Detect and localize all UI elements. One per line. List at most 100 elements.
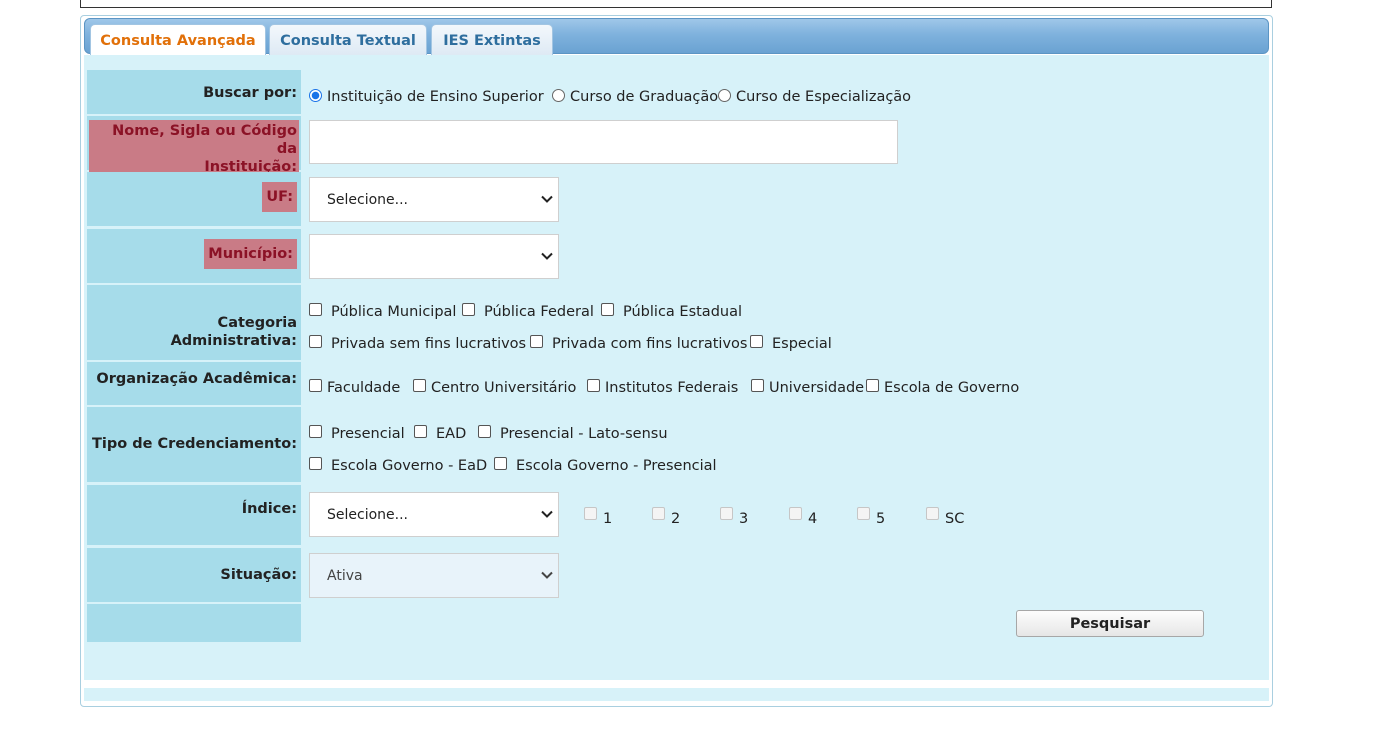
- label-cell: Categoria Administrativa:: [87, 285, 301, 360]
- row-credenciamento: Tipo de Credenciamento: Presencial EAD P…: [87, 407, 1269, 482]
- situacao-select[interactable]: Ativa: [309, 553, 559, 598]
- chevron-down-icon: [541, 571, 553, 579]
- checkbox-ead[interactable]: EAD: [414, 425, 466, 442]
- checkbox-label: EAD: [436, 426, 467, 442]
- checkbox-icon[interactable]: [530, 335, 543, 348]
- row-actions: Pesquisar: [87, 604, 1269, 642]
- pesquisar-button[interactable]: Pesquisar: [1016, 610, 1204, 637]
- checkbox-icon[interactable]: [413, 379, 426, 392]
- checkbox-label: Centro Universitário: [431, 380, 577, 396]
- checkbox-especial[interactable]: Especial: [750, 335, 832, 352]
- nome-input[interactable]: [309, 120, 898, 164]
- tab-consulta-avancada[interactable]: Consulta Avançada: [90, 24, 266, 57]
- form-content: Buscar por: Instituição de Ensino Superi…: [84, 55, 1269, 680]
- checkbox-privada-com-fins[interactable]: Privada com fins lucrativos: [530, 335, 747, 352]
- label-cell: Buscar por:: [87, 70, 301, 114]
- checkbox-icon[interactable]: [309, 303, 322, 316]
- checkbox-icon[interactable]: [720, 507, 733, 520]
- credenciamento-label: Tipo de Credenciamento:: [92, 436, 297, 452]
- checkbox-publica-federal[interactable]: Pública Federal: [462, 303, 594, 320]
- checkbox-indice-5[interactable]: 5: [857, 507, 885, 527]
- checkbox-icon[interactable]: [462, 303, 475, 316]
- checkbox-escola-governo-ead[interactable]: Escola Governo - EaD: [309, 457, 487, 474]
- tab-bar: Consulta Avançada Consulta Textual IES E…: [84, 18, 1269, 57]
- uf-select[interactable]: Selecione...: [309, 177, 559, 222]
- checkbox-indice-3[interactable]: 3: [720, 507, 748, 527]
- checkbox-icon[interactable]: [652, 507, 665, 520]
- checkbox-escola-governo[interactable]: Escola de Governo: [866, 379, 1019, 396]
- chevron-down-icon: [541, 195, 553, 203]
- checkbox-publica-estadual[interactable]: Pública Estadual: [601, 303, 742, 320]
- checkbox-icon[interactable]: [926, 507, 939, 520]
- radio-curso-especializacao[interactable]: Curso de Especialização: [718, 89, 911, 105]
- checkbox-label: Universidade: [769, 380, 865, 396]
- tab-ies-extintas[interactable]: IES Extintas: [431, 24, 553, 56]
- checkbox-icon[interactable]: [309, 379, 322, 392]
- row-nome: Nome, Sigla ou Código da Instituição:: [87, 116, 1269, 178]
- checkbox-indice-4[interactable]: 4: [789, 507, 817, 527]
- checkbox-publica-municipal[interactable]: Pública Municipal: [309, 303, 456, 320]
- checkbox-icon[interactable]: [750, 335, 763, 348]
- checkbox-presencial[interactable]: Presencial: [309, 425, 405, 442]
- uf-select-value: Selecione...: [327, 191, 408, 208]
- checkbox-label: 3: [739, 511, 749, 527]
- checkbox-icon[interactable]: [751, 379, 764, 392]
- checkbox-label: 1: [603, 511, 613, 527]
- checkbox-label: 5: [876, 511, 886, 527]
- situacao-select-value: Ativa: [327, 567, 363, 584]
- checkbox-indice-1[interactable]: 1: [584, 507, 612, 527]
- organizacao-label: Organização Acadêmica:: [96, 371, 297, 387]
- checkbox-universidade[interactable]: Universidade: [751, 379, 864, 396]
- row-organizacao: Organização Acadêmica: Faculdade Centro …: [87, 362, 1269, 405]
- row-indice: Índice: Selecione... 1 2 3 4 5 SC: [87, 485, 1269, 545]
- checkbox-escola-governo-presencial[interactable]: Escola Governo - Presencial: [494, 457, 717, 474]
- radio-icon[interactable]: [552, 89, 565, 102]
- checkbox-icon[interactable]: [587, 379, 600, 392]
- checkbox-icon[interactable]: [414, 425, 427, 438]
- checkbox-label: Privada com fins lucrativos: [552, 336, 748, 352]
- footer-strip: [84, 688, 1269, 701]
- radio-checked-icon[interactable]: [309, 89, 322, 102]
- checkbox-icon[interactable]: [309, 457, 322, 470]
- indice-select[interactable]: Selecione...: [309, 492, 559, 537]
- search-panel: Consulta Avançada Consulta Textual IES E…: [80, 15, 1273, 707]
- checkbox-faculdade[interactable]: Faculdade: [309, 379, 400, 396]
- checkbox-icon[interactable]: [309, 335, 322, 348]
- radio-label: Curso de Graduação: [570, 89, 719, 105]
- radio-icon[interactable]: [718, 89, 731, 102]
- checkbox-label: Especial: [772, 336, 832, 352]
- checkbox-icon[interactable]: [478, 425, 491, 438]
- uf-label: UF:: [262, 182, 297, 212]
- checkbox-label: Pública Federal: [484, 304, 594, 320]
- tab-consulta-textual[interactable]: Consulta Textual: [269, 24, 427, 56]
- radio-curso-graduacao[interactable]: Curso de Graduação: [552, 89, 718, 105]
- municipio-select[interactable]: [309, 234, 559, 279]
- label-cell: [87, 604, 301, 642]
- label-cell: Município:: [87, 229, 301, 283]
- top-frame: [80, 0, 1272, 8]
- radio-label: Instituição de Ensino Superior: [327, 89, 544, 105]
- checkbox-indice-2[interactable]: 2: [652, 507, 680, 527]
- checkbox-label: Presencial - Lato-sensu: [500, 426, 668, 442]
- checkbox-label: Escola de Governo: [884, 380, 1020, 396]
- checkbox-indice-sc[interactable]: SC: [926, 507, 964, 527]
- checkbox-label: 2: [671, 511, 681, 527]
- row-municipio: Município:: [87, 229, 1269, 283]
- checkbox-icon[interactable]: [857, 507, 870, 520]
- checkbox-icon[interactable]: [584, 507, 597, 520]
- checkbox-icon[interactable]: [866, 379, 879, 392]
- checkbox-institutos-federais[interactable]: Institutos Federais: [587, 379, 738, 396]
- chevron-down-icon: [541, 510, 553, 518]
- checkbox-presencial-lato-sensu[interactable]: Presencial - Lato-sensu: [478, 425, 668, 442]
- buscar-label: Buscar por:: [203, 85, 297, 101]
- checkbox-icon[interactable]: [309, 425, 322, 438]
- label-cell: Índice:: [87, 485, 301, 545]
- radio-ies[interactable]: Instituição de Ensino Superior: [309, 89, 544, 105]
- checkbox-privada-sem-fins[interactable]: Privada sem fins lucrativos: [309, 335, 526, 352]
- checkbox-icon[interactable]: [494, 457, 507, 470]
- nome-label: Nome, Sigla ou Código da Instituição:: [89, 120, 299, 178]
- checkbox-centro-universitario[interactable]: Centro Universitário: [413, 379, 576, 396]
- label-cell: Organização Acadêmica:: [87, 362, 301, 405]
- checkbox-icon[interactable]: [601, 303, 614, 316]
- checkbox-icon[interactable]: [789, 507, 802, 520]
